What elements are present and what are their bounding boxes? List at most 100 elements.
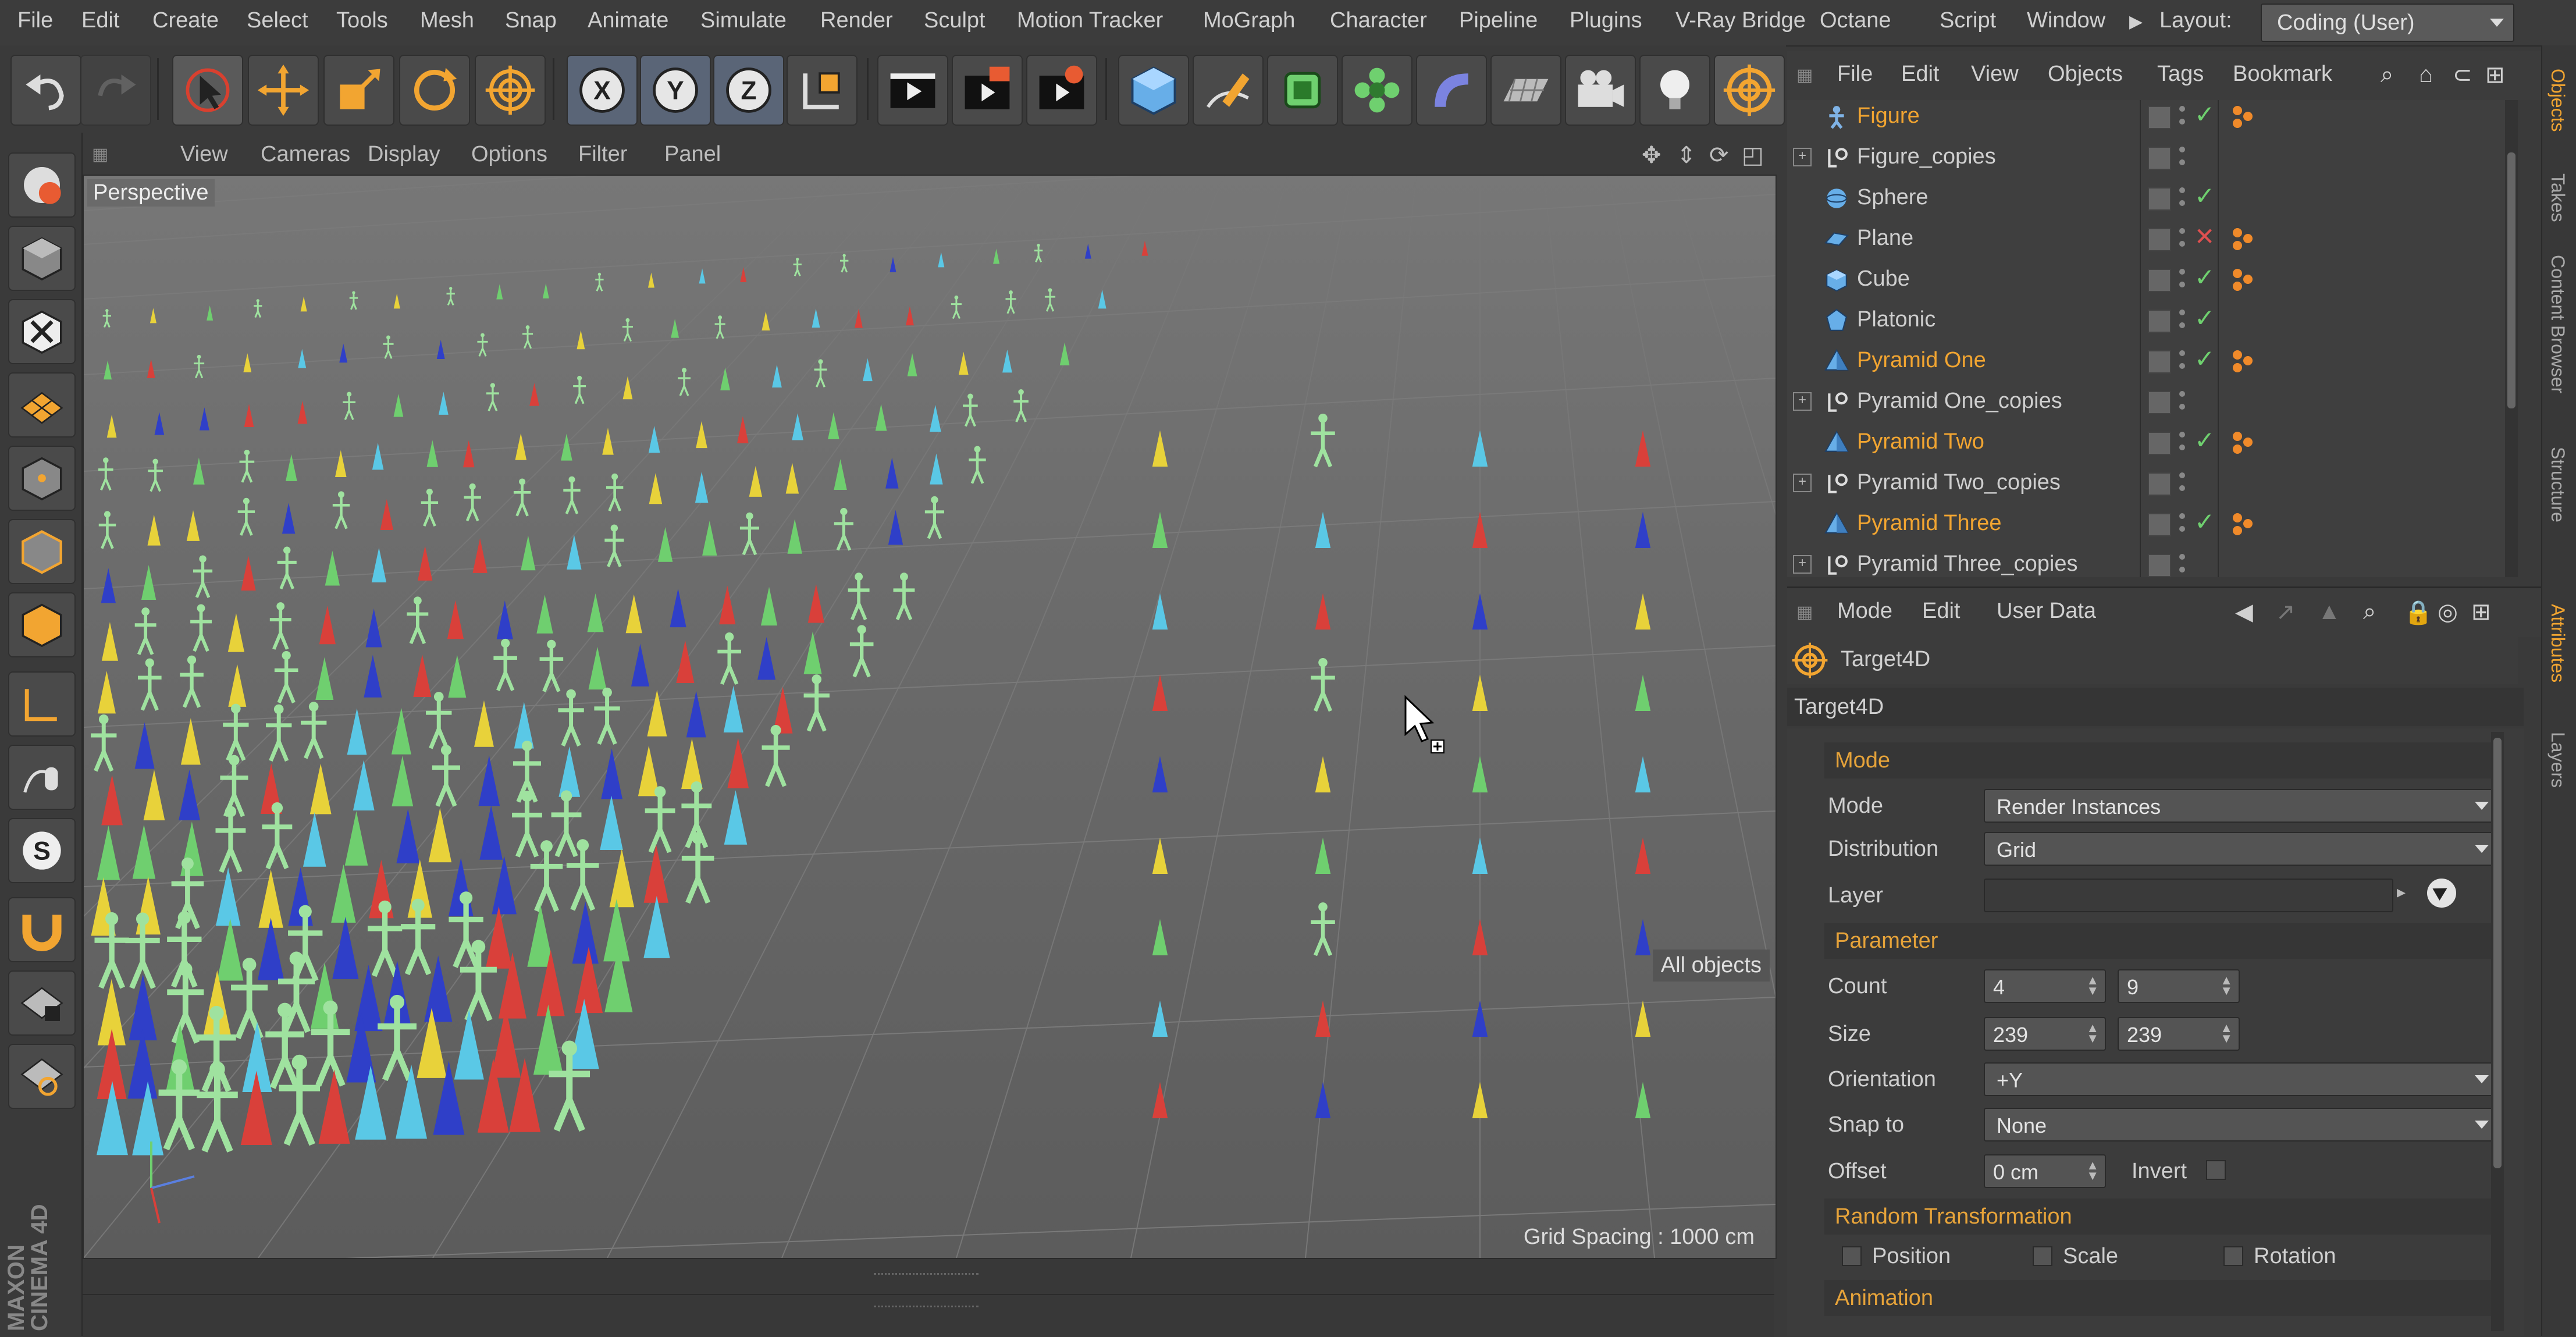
layer-swatch[interactable] <box>2148 554 2171 577</box>
tab-objects[interactable]: Objects <box>2547 69 2568 131</box>
menu-mesh[interactable]: Mesh <box>420 8 474 33</box>
visibility-dots-icon[interactable] <box>2179 143 2185 172</box>
attr-menu-mode[interactable]: Mode <box>1837 599 1892 624</box>
back-arrow-icon[interactable]: ◀ <box>2235 599 2253 625</box>
layer-swatch[interactable] <box>2148 350 2171 374</box>
expand-icon[interactable]: + <box>1793 555 1812 574</box>
layer-arrow-icon[interactable]: ▸ <box>2397 882 2406 902</box>
visibility-dots-icon[interactable] <box>2179 387 2185 417</box>
mode-dropdown[interactable]: Render Instances <box>1984 789 2498 823</box>
viewport-menu-cameras[interactable]: Cameras <box>261 142 350 167</box>
section-mode-header[interactable]: Mode <box>1824 742 2493 778</box>
expand-icon[interactable]: + <box>1793 474 1812 492</box>
scrollbar-thumb[interactable] <box>2507 152 2515 408</box>
om-menu-view[interactable]: View <box>1971 62 2019 87</box>
new-panel-icon[interactable]: ⊞ <box>2485 62 2505 88</box>
render-view-icon[interactable] <box>877 55 948 126</box>
visibility-dots-icon[interactable] <box>2179 428 2185 457</box>
visibility-dots-icon[interactable] <box>2179 550 2185 579</box>
camera-icon[interactable] <box>1565 55 1636 126</box>
expand-icon[interactable]: + <box>1793 148 1812 166</box>
enabled-check-icon[interactable]: ✓ <box>2194 426 2215 454</box>
object-row[interactable]: Figure ✓ <box>1787 97 2518 137</box>
pen-icon[interactable] <box>1193 55 1264 126</box>
tab-structure[interactable]: Structure <box>2547 447 2568 522</box>
layer-swatch[interactable] <box>2148 391 2171 414</box>
viewport-menu-panel[interactable]: Panel <box>664 142 721 167</box>
lock-icon[interactable]: 🔒 <box>2404 599 2433 626</box>
enabled-check-icon[interactable]: ✓ <box>2194 304 2215 332</box>
menu-animate[interactable]: Animate <box>588 8 668 33</box>
layer-swatch[interactable] <box>2148 147 2171 170</box>
visibility-dots-icon[interactable] <box>2179 102 2185 131</box>
enabled-check-icon[interactable]: ✓ <box>2194 344 2215 373</box>
menu-script[interactable]: Script <box>1940 8 1996 33</box>
target-icon[interactable] <box>475 55 546 126</box>
size-x-field[interactable]: 239 ▲ ▼ <box>1984 1017 2106 1051</box>
menu-pipeline[interactable]: Pipeline <box>1459 8 1538 33</box>
object-name[interactable]: Figure <box>1857 104 1920 129</box>
model-mode-icon[interactable] <box>8 226 76 291</box>
menu-mograph[interactable]: MoGraph <box>1203 8 1295 33</box>
tweak-mode-icon[interactable] <box>8 745 76 810</box>
object-name[interactable]: Cube <box>1857 266 1910 291</box>
random-rotation-checkbox[interactable] <box>2223 1246 2243 1266</box>
object-name[interactable]: Figure_copies <box>1857 144 1996 169</box>
visibility-dots-icon[interactable] <box>2179 265 2185 294</box>
count-x-field[interactable]: 4 ▲ ▼ <box>1984 969 2106 1003</box>
points-mode-icon[interactable] <box>8 446 76 511</box>
menu-octane[interactable]: Octane <box>1820 8 1891 33</box>
tab-takes[interactable]: Takes <box>2547 173 2568 222</box>
menu-window[interactable]: Window <box>2027 8 2105 33</box>
floor-icon[interactable] <box>1490 55 1561 126</box>
viewport-camera-label[interactable]: Perspective <box>87 179 215 207</box>
link-icon[interactable]: ⊂ <box>2453 62 2472 88</box>
menu-simulate[interactable]: Simulate <box>700 8 787 33</box>
object-name[interactable]: Pyramid Three <box>1857 511 2002 536</box>
object-list-scrollbar[interactable] <box>2505 100 2518 577</box>
scale-icon[interactable] <box>323 55 394 126</box>
tab-content-browser[interactable]: Content Browser <box>2547 255 2568 393</box>
enabled-check-icon[interactable]: ✓ <box>2194 507 2215 536</box>
snap-magnet-icon[interactable] <box>8 897 76 962</box>
layer-swatch[interactable] <box>2148 228 2171 251</box>
object-row[interactable]: + Pyramid Three_copies <box>1787 545 2518 585</box>
menu-plugins[interactable]: Plugins <box>1570 8 1642 33</box>
cloner-tag-icon[interactable] <box>2229 102 2258 131</box>
workplane-mode-icon[interactable] <box>8 372 76 438</box>
z-axis-lock-button[interactable]: Z <box>713 55 784 126</box>
cloner-tag-icon[interactable] <box>2229 265 2258 294</box>
tab-attributes[interactable]: Attributes <box>2547 604 2568 682</box>
layer-swatch[interactable] <box>2148 472 2171 496</box>
cloner-icon[interactable] <box>1342 55 1412 126</box>
menu-tools[interactable]: Tools <box>336 8 388 33</box>
layer-swatch[interactable] <box>2148 269 2171 292</box>
orientation-dropdown[interactable]: +Y <box>1984 1062 2498 1096</box>
object-row[interactable]: + Figure_copies <box>1787 137 2518 178</box>
light-icon[interactable] <box>1639 55 1710 126</box>
timeline-area[interactable] <box>83 1258 1774 1337</box>
object-name[interactable]: Sphere <box>1857 185 1929 210</box>
cloner-tag-icon[interactable] <box>2229 225 2258 254</box>
menu-render[interactable]: Render <box>820 8 893 33</box>
move-icon[interactable] <box>248 55 319 126</box>
object-name[interactable]: Pyramid Three_copies <box>1857 552 2077 577</box>
layer-swatch[interactable] <box>2148 187 2171 211</box>
deformer-icon[interactable] <box>1416 55 1487 126</box>
om-menu-edit[interactable]: Edit <box>1901 62 1939 87</box>
layout-dropdown[interactable]: Coding (User) <box>2261 3 2514 42</box>
y-axis-lock-button[interactable]: Y <box>640 55 711 126</box>
render-settings-icon[interactable] <box>1026 55 1097 126</box>
viewport-menu-view[interactable]: View <box>180 142 228 167</box>
stepper-icon[interactable]: ▲ ▼ <box>2220 1022 2233 1045</box>
cloner-tag-icon[interactable] <box>2229 347 2258 376</box>
visibility-dots-icon[interactable] <box>2179 306 2185 335</box>
om-menu-bookmark[interactable]: Bookmark <box>2233 62 2332 87</box>
search-icon[interactable]: ⌕ <box>2381 62 2393 88</box>
menu-create[interactable]: Create <box>152 8 219 33</box>
object-name[interactable]: Plane <box>1857 226 1913 251</box>
menu-vray-bridge[interactable]: V-Ray Bridge <box>1675 8 1806 33</box>
viewport-menu-filter[interactable]: Filter <box>578 142 627 167</box>
object-row[interactable]: Sphere ✓ <box>1787 178 2518 219</box>
redo-icon[interactable] <box>80 55 151 126</box>
